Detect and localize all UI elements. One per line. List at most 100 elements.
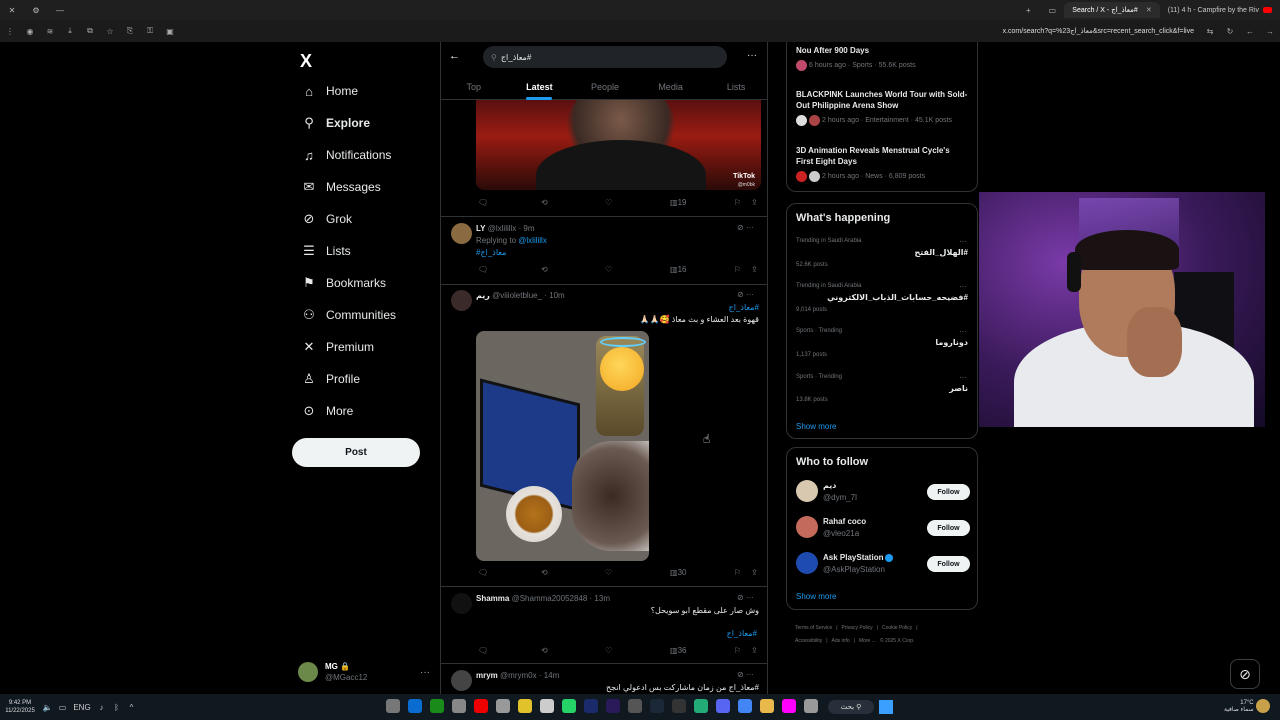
more-horizontal-icon[interactable]: ··· (959, 373, 967, 382)
trend-title[interactable]: BLACKPINK Launches World Tour with Sold-… (796, 89, 968, 111)
camera-icon[interactable]: ▣ (160, 27, 180, 36)
reply-icon[interactable]: 🗨 (478, 198, 488, 207)
steam-icon[interactable] (650, 699, 664, 713)
reply-icon[interactable]: 🗨 (478, 265, 488, 274)
bluetooth-icon[interactable]: ᛒ (109, 703, 124, 712)
back-arrow-icon[interactable]: ← (449, 50, 460, 62)
tab-latest[interactable]: Latest (507, 78, 573, 100)
nav-profile[interactable]: ♙ Profile (300, 367, 360, 391)
tweet-hashtag[interactable]: #معاذ_اج (727, 629, 757, 638)
back-icon[interactable]: ← (1240, 27, 1260, 36)
views-icon[interactable]: ▥ 16 (670, 265, 686, 274)
nav-communities[interactable]: ⚇ Communities (300, 303, 396, 327)
more-horizontal-icon[interactable]: ··· (959, 327, 967, 336)
trend-name[interactable]: #فضيحه_حسابات_الذباب_الالكتروني (827, 293, 968, 302)
discord-icon[interactable] (716, 699, 730, 713)
nav-messages[interactable]: ✉ Messages (300, 175, 381, 199)
tab-list-icon[interactable]: ▭ (1040, 6, 1064, 15)
more-horizontal-icon[interactable]: ··· (959, 237, 967, 246)
app-icon[interactable] (496, 699, 510, 713)
trend-name[interactable]: دوناروما (935, 338, 968, 347)
trend-title[interactable]: 3D Animation Reveals Menstrual Cycle's F… (796, 145, 968, 167)
show-more-link[interactable]: Show more (796, 422, 836, 431)
network-icon[interactable]: ▭ (55, 703, 70, 712)
tweet-menu[interactable]: ⊘ ··· (737, 670, 754, 679)
share-icon[interactable]: ⇪ (751, 646, 758, 655)
volume-icon[interactable]: 🔈 (40, 703, 55, 712)
tweet-photo[interactable] (476, 331, 649, 561)
reply-icon[interactable]: 🗨 (478, 568, 488, 577)
bookmark-icon[interactable]: ⚐ (734, 568, 741, 577)
site-info-icon[interactable]: ⇆ (1200, 27, 1220, 36)
show-more-link[interactable]: Show more (796, 592, 836, 601)
like-icon[interactable]: ♡ (605, 646, 612, 655)
trend-name[interactable]: #الهلال_الفتح (915, 248, 968, 257)
follow-button[interactable]: Follow (927, 484, 970, 500)
retweet-icon[interactable]: ⟲ (541, 568, 548, 577)
address-bar[interactable]: x.com/search?q=%23معاذ_اج&src=recent_sea… (997, 27, 1200, 35)
taskbar-clock[interactable]: 9:42 PM 11/22/2025 (0, 699, 40, 715)
chrome-icon[interactable] (738, 699, 752, 713)
bookmark-icon[interactable]: ⚐ (734, 646, 741, 655)
app-icon[interactable] (782, 699, 796, 713)
playstation-avatar[interactable] (796, 552, 818, 574)
tweet-menu[interactable]: ⊘ ··· (737, 593, 754, 602)
reload-icon[interactable]: ↻ (1220, 27, 1240, 36)
more-horizontal-icon[interactable]: ··· (959, 282, 967, 291)
nav-more[interactable]: ⊙ More (300, 399, 354, 423)
like-icon[interactable]: ♡ (605, 198, 612, 207)
avatar[interactable] (451, 290, 472, 311)
xbox-icon[interactable] (430, 699, 444, 713)
key-icon[interactable]: ⚿ (140, 26, 160, 36)
close-tab-icon[interactable]: ✕ (1146, 6, 1152, 14)
like-icon[interactable]: ♡ (605, 568, 612, 577)
windows-start-icon[interactable] (879, 700, 893, 714)
tweet-video[interactable]: TikTok @m0bk (476, 100, 761, 190)
menu-icon[interactable]: ⋮ (0, 27, 20, 36)
tweet-menu[interactable]: ⊘ ··· (737, 223, 754, 232)
taskbar-search[interactable]: بحث ⚲ (828, 700, 874, 714)
trend-title[interactable]: Nou After 900 Days (796, 45, 968, 56)
tweet-hashtag[interactable]: #معاذ_اج (729, 303, 759, 312)
search-input[interactable]: ⚲ #معاذ_اج (483, 46, 727, 68)
folder-icon[interactable] (760, 699, 774, 713)
reply-icon[interactable]: 🗨 (478, 646, 488, 655)
profile-icon[interactable]: ◉ (20, 27, 40, 36)
premiere-icon[interactable] (606, 699, 620, 713)
youtube-icon[interactable] (474, 699, 488, 713)
app-icon[interactable] (694, 699, 708, 713)
avatar[interactable] (796, 516, 818, 538)
minimize-icon[interactable]: — (48, 6, 72, 15)
nav-premium[interactable]: ✕ Premium (300, 335, 374, 359)
app-icon[interactable] (386, 699, 400, 713)
x-logo-icon[interactable]: X (300, 51, 312, 72)
app-icon[interactable] (804, 699, 818, 713)
retweet-icon[interactable]: ⟲ (541, 646, 548, 655)
reader-icon[interactable]: ≋ (40, 27, 60, 36)
language-indicator[interactable]: ENG (70, 703, 94, 712)
avatar[interactable] (451, 593, 472, 614)
trend-name[interactable]: ناصر (949, 384, 968, 393)
nav-bookmarks[interactable]: ⚑ Bookmarks (300, 271, 386, 295)
share-icon[interactable]: ⇪ (751, 265, 758, 274)
share-icon[interactable]: ⇪ (751, 198, 758, 207)
like-icon[interactable]: ♡ (605, 265, 612, 274)
app-icon[interactable] (518, 699, 532, 713)
nav-lists[interactable]: ☰ Lists (300, 239, 351, 263)
photoshop-icon[interactable] (584, 699, 598, 713)
whatsapp-icon[interactable] (562, 699, 576, 713)
share-icon[interactable]: ⇪ (751, 568, 758, 577)
tab-top[interactable]: Top (441, 78, 507, 100)
forward-icon[interactable]: → (1260, 27, 1280, 36)
avatar[interactable] (451, 670, 472, 691)
views-icon[interactable]: ▥ 19 (670, 198, 686, 207)
nav-grok[interactable]: ⊘ Grok (300, 207, 352, 231)
share-icon[interactable]: ⎘ (120, 26, 140, 36)
mic-icon[interactable]: ♪ (94, 703, 109, 712)
settings-icon[interactable]: ⚙ (24, 6, 48, 15)
views-icon[interactable]: ▥ 36 (670, 646, 686, 655)
extensions-icon[interactable]: ⧉ (80, 26, 100, 36)
grok-floating-button[interactable]: ⊘ (1230, 659, 1260, 689)
download-icon[interactable]: ⤓ (60, 26, 80, 36)
account-switcher[interactable]: MG 🔒 @MGacc12 ··· (298, 656, 430, 688)
